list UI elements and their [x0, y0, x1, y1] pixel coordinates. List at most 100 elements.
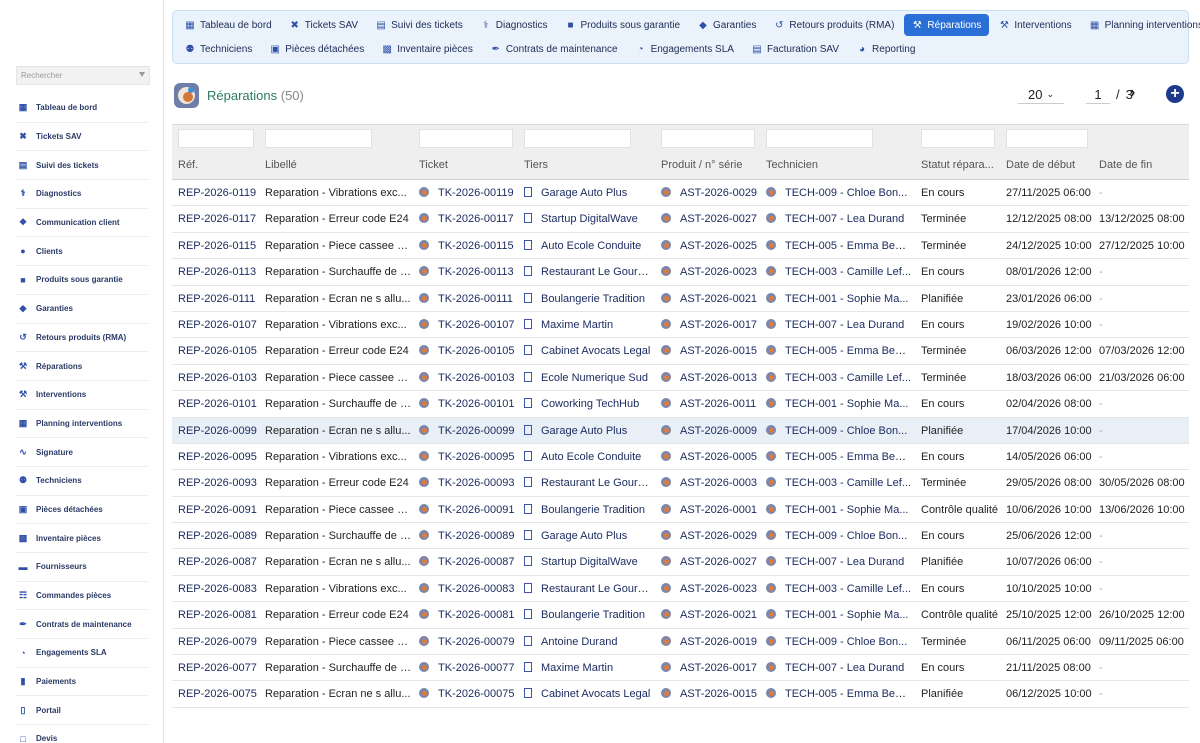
table-cell[interactable]: REP-2026-0095: [178, 444, 260, 470]
table-cell[interactable]: TECH-005 - Emma Benali: [766, 681, 912, 707]
table-cell[interactable]: REP-2026-0105: [178, 338, 260, 364]
top-menu-item-row1-8[interactable]: ⚒ Interventions: [991, 14, 1079, 36]
table-cell[interactable]: REP-2026-0087: [178, 549, 260, 575]
top-menu-item-row1-7[interactable]: ⚒ Réparations: [904, 14, 990, 36]
table-row[interactable]: REP-2026-0091 Reparation - Piece cassee a…: [172, 497, 1189, 524]
table-cell[interactable]: AST-2026-0027: [661, 206, 761, 232]
table-cell[interactable]: AST-2026-0013: [661, 365, 761, 391]
sidebar-item-22[interactable]: □ Devis: [16, 725, 148, 743]
table-row[interactable]: REP-2026-0095 Reparation - Vibrations exc…: [172, 444, 1189, 471]
table-cell[interactable]: Garage Auto Plus: [524, 418, 654, 444]
table-cell[interactable]: TK-2026-00083: [419, 576, 519, 602]
table-row[interactable]: REP-2026-0103 Reparation - Piece cassee a…: [172, 365, 1189, 392]
column-header[interactable]: Tiers: [524, 159, 654, 171]
table-cell[interactable]: Restaurant Le Gourmet: [524, 470, 654, 496]
table-cell[interactable]: TK-2026-00079: [419, 629, 519, 655]
table-cell[interactable]: AST-2026-0009: [661, 418, 761, 444]
table-cell[interactable]: TECH-005 - Emma Benali: [766, 444, 912, 470]
sidebar-item-14[interactable]: ▣ Pièces détachées: [16, 496, 148, 525]
sidebar-item-17[interactable]: ☶ Commandes pièces: [16, 582, 148, 611]
page-number-input[interactable]: 1: [1086, 85, 1110, 104]
table-cell[interactable]: Garage Auto Plus: [524, 180, 654, 206]
table-row[interactable]: REP-2026-0089 Reparation - Surchauffe de …: [172, 523, 1189, 550]
table-cell[interactable]: Antoine Durand: [524, 629, 654, 655]
table-cell[interactable]: TK-2026-00077: [419, 655, 519, 681]
sidebar-item-7[interactable]: ◆ Garanties: [16, 295, 148, 324]
column-filter-input[interactable]: [766, 129, 873, 148]
table-cell[interactable]: Boulangerie Tradition: [524, 286, 654, 312]
table-cell[interactable]: TK-2026-00105: [419, 338, 519, 364]
table-cell[interactable]: TECH-005 - Emma Benali: [766, 233, 912, 259]
sidebar-item-8[interactable]: ↺ Retours produits (RMA): [16, 324, 148, 353]
column-filter-input[interactable]: [419, 129, 513, 148]
sidebar-item-0[interactable]: ▦ Tableau de bord: [16, 94, 148, 123]
table-cell[interactable]: TECH-007 - Lea Durand: [766, 655, 912, 681]
top-menu-item-row1-1[interactable]: ✖ Tickets SAV: [282, 14, 366, 36]
column-filter-input[interactable]: [178, 129, 254, 148]
table-cell[interactable]: REP-2026-0117: [178, 206, 260, 232]
table-cell[interactable]: Restaurant Le Gourmet: [524, 576, 654, 602]
table-cell[interactable]: TECH-001 - Sophie Ma...: [766, 602, 912, 628]
sidebar-item-15[interactable]: ▩ Inventaire pièces: [16, 524, 148, 553]
table-cell[interactable]: TECH-003 - Camille Lef...: [766, 576, 912, 602]
top-menu-item-row2-4[interactable]: ◔ Engagements SLA: [628, 38, 742, 60]
table-cell[interactable]: REP-2026-0119: [178, 180, 260, 206]
table-cell[interactable]: AST-2026-0015: [661, 338, 761, 364]
sidebar-item-3[interactable]: ⚕ Diagnostics: [16, 180, 148, 209]
top-menu-item-row1-2[interactable]: ▤ Suivi des tickets: [368, 14, 471, 36]
table-row[interactable]: REP-2026-0107 Reparation - Vibrations exc…: [172, 312, 1189, 339]
sidebar-item-1[interactable]: ✖ Tickets SAV: [16, 123, 148, 152]
top-menu-item-row1-0[interactable]: ▦ Tableau de bord: [177, 14, 280, 36]
table-cell[interactable]: REP-2026-0111: [178, 286, 260, 312]
top-menu-item-row1-6[interactable]: ↺ Retours produits (RMA): [766, 14, 902, 36]
table-cell[interactable]: TK-2026-00103: [419, 365, 519, 391]
table-cell[interactable]: Maxime Martin: [524, 655, 654, 681]
table-cell[interactable]: TK-2026-00099: [419, 418, 519, 444]
table-cell[interactable]: Auto Ecole Conduite: [524, 233, 654, 259]
sidebar-item-13[interactable]: ⚉ Techniciens: [16, 467, 148, 496]
sidebar-item-21[interactable]: ▯ Portail: [16, 696, 148, 726]
table-cell[interactable]: Startup DigitalWave: [524, 549, 654, 575]
table-cell[interactable]: REP-2026-0091: [178, 497, 260, 523]
table-cell[interactable]: Cabinet Avocats Legal: [524, 338, 654, 364]
column-filter-input[interactable]: [524, 129, 631, 148]
table-cell[interactable]: REP-2026-0115: [178, 233, 260, 259]
next-page-icon[interactable]: ›: [1130, 84, 1144, 101]
column-header[interactable]: Réf.: [178, 159, 260, 171]
column-filter-input[interactable]: [921, 129, 995, 148]
table-row[interactable]: REP-2026-0083 Reparation - Vibrations exc…: [172, 576, 1189, 603]
table-cell[interactable]: TK-2026-00093: [419, 470, 519, 496]
sidebar-item-10[interactable]: ⚒ Interventions: [16, 381, 148, 410]
table-cell[interactable]: TECH-009 - Chloe Bon...: [766, 629, 912, 655]
table-row[interactable]: REP-2026-0113 Reparation - Surchauffe de …: [172, 259, 1189, 286]
table-row[interactable]: REP-2026-0079 Reparation - Piece cassee a…: [172, 629, 1189, 656]
sidebar-item-20[interactable]: ▮ Paiements: [16, 668, 148, 697]
table-row[interactable]: REP-2026-0111 Reparation - Ecran ne s all…: [172, 286, 1189, 312]
table-cell[interactable]: REP-2026-0099: [178, 418, 260, 444]
table-cell[interactable]: TECH-001 - Sophie Ma...: [766, 391, 912, 417]
table-cell[interactable]: AST-2026-0023: [661, 259, 761, 285]
table-cell[interactable]: REP-2026-0103: [178, 365, 260, 391]
table-cell[interactable]: TK-2026-00113: [419, 259, 519, 285]
column-header[interactable]: Libellé: [265, 159, 411, 171]
table-cell[interactable]: AST-2026-0023: [661, 576, 761, 602]
table-cell[interactable]: AST-2026-0025: [661, 233, 761, 259]
table-cell[interactable]: AST-2026-0011: [661, 391, 761, 417]
table-cell[interactable]: TECH-005 - Emma Benali: [766, 338, 912, 364]
sidebar-search-select[interactable]: Rechercher: [16, 66, 150, 85]
table-cell[interactable]: REP-2026-0101: [178, 391, 260, 417]
table-row[interactable]: REP-2026-0105 Reparation - Erreur code E2…: [172, 338, 1189, 365]
table-cell[interactable]: REP-2026-0093: [178, 470, 260, 496]
table-cell[interactable]: Boulangerie Tradition: [524, 497, 654, 523]
column-header[interactable]: Ticket: [419, 159, 519, 171]
sidebar-item-12[interactable]: ∿ Signature: [16, 438, 148, 467]
table-row[interactable]: REP-2026-0093 Reparation - Erreur code E2…: [172, 470, 1189, 497]
table-cell[interactable]: TECH-003 - Camille Lef...: [766, 470, 912, 496]
column-header[interactable]: Date de fin: [1099, 159, 1187, 171]
table-row[interactable]: REP-2026-0087 Reparation - Ecran ne s all…: [172, 549, 1189, 576]
table-cell[interactable]: Restaurant Le Gourmet: [524, 259, 654, 285]
column-header[interactable]: Produit / n° série: [661, 159, 761, 171]
top-menu-item-row2-2[interactable]: ▩ Inventaire pièces: [374, 38, 481, 60]
column-header[interactable]: Date de début: [1006, 159, 1094, 171]
table-cell[interactable]: AST-2026-0003: [661, 470, 761, 496]
